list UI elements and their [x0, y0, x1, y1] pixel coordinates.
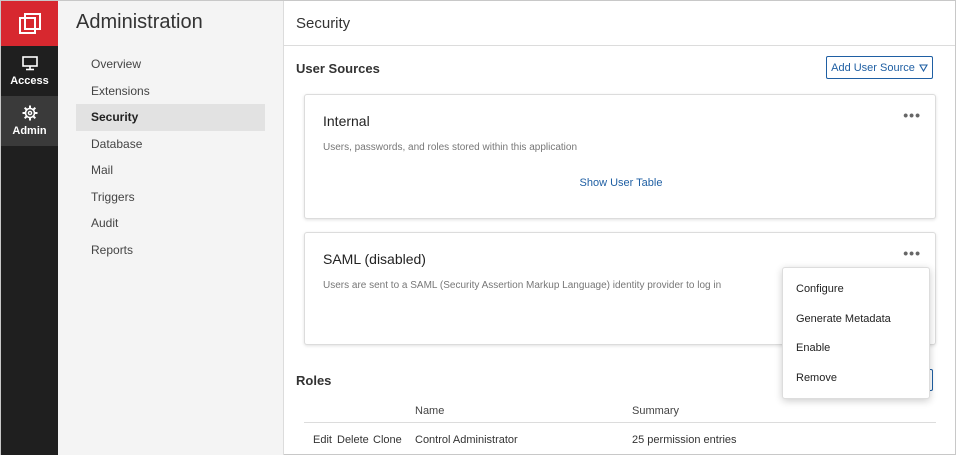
- roles-heading: Roles: [296, 373, 332, 388]
- admin-nav: Administration Overview Extensions Secur…: [58, 1, 284, 455]
- card-description: Users are sent to a SAML (Security Asser…: [323, 280, 722, 291]
- role-summary: 25 permission entries: [632, 434, 737, 446]
- chevron-down-icon: [918, 63, 928, 72]
- nav-item-overview[interactable]: Overview: [76, 51, 265, 78]
- add-user-source-label: Add User Source: [831, 61, 915, 74]
- card-title: SAML (disabled): [323, 251, 426, 267]
- more-options-icon[interactable]: •••: [903, 107, 921, 123]
- menu-item-remove[interactable]: Remove: [783, 364, 929, 394]
- nav-item-mail[interactable]: Mail: [76, 157, 265, 184]
- nav-list: Overview Extensions Security Database Ma…: [76, 51, 265, 263]
- nav-title: Administration: [76, 11, 203, 33]
- app-logo[interactable]: [1, 1, 58, 46]
- rail-item-admin[interactable]: Admin: [1, 96, 58, 146]
- add-user-source-button[interactable]: Add User Source: [826, 56, 933, 79]
- app-rail: Access Admin: [1, 1, 58, 455]
- card-title: Internal: [323, 113, 370, 129]
- logo-icon: [18, 12, 41, 34]
- user-sources-heading: User Sources: [296, 61, 380, 76]
- edit-role-link[interactable]: Edit: [313, 434, 332, 446]
- nav-item-security[interactable]: Security: [76, 104, 265, 131]
- role-name: Control Administrator: [415, 434, 518, 446]
- rail-item-access[interactable]: Access: [1, 46, 58, 96]
- table-header: Name Summary: [304, 401, 936, 423]
- nav-item-triggers[interactable]: Triggers: [76, 184, 265, 211]
- main-content: Security User Sources Add User Source In…: [284, 1, 955, 455]
- column-header-name: Name: [415, 405, 445, 417]
- menu-item-configure[interactable]: Configure: [783, 275, 929, 305]
- table-row: Edit Delete Clone Control Administrator …: [304, 424, 936, 454]
- nav-item-audit[interactable]: Audit: [76, 210, 265, 237]
- rail-item-label: Admin: [12, 125, 47, 137]
- delete-role-link[interactable]: Delete: [337, 434, 369, 446]
- nav-item-database[interactable]: Database: [76, 131, 265, 158]
- more-options-icon[interactable]: •••: [903, 245, 921, 261]
- nav-item-extensions[interactable]: Extensions: [76, 78, 265, 105]
- user-source-card-internal: Internal ••• Users, passwords, and roles…: [304, 94, 936, 219]
- menu-item-generate-metadata[interactable]: Generate Metadata: [783, 305, 929, 335]
- gear-icon: [21, 105, 39, 121]
- column-header-summary: Summary: [632, 405, 680, 417]
- page-title: Security: [284, 1, 955, 46]
- show-user-table-link[interactable]: Show User Table: [305, 177, 937, 189]
- user-source-context-menu: Configure Generate Metadata Enable Remov…: [782, 267, 930, 399]
- clone-role-link[interactable]: Clone: [373, 434, 402, 446]
- monitor-icon: [21, 55, 39, 71]
- card-description: Users, passwords, and roles stored withi…: [323, 142, 578, 153]
- nav-item-reports[interactable]: Reports: [76, 237, 265, 264]
- rail-item-label: Access: [10, 75, 49, 87]
- menu-item-enable[interactable]: Enable: [783, 334, 929, 364]
